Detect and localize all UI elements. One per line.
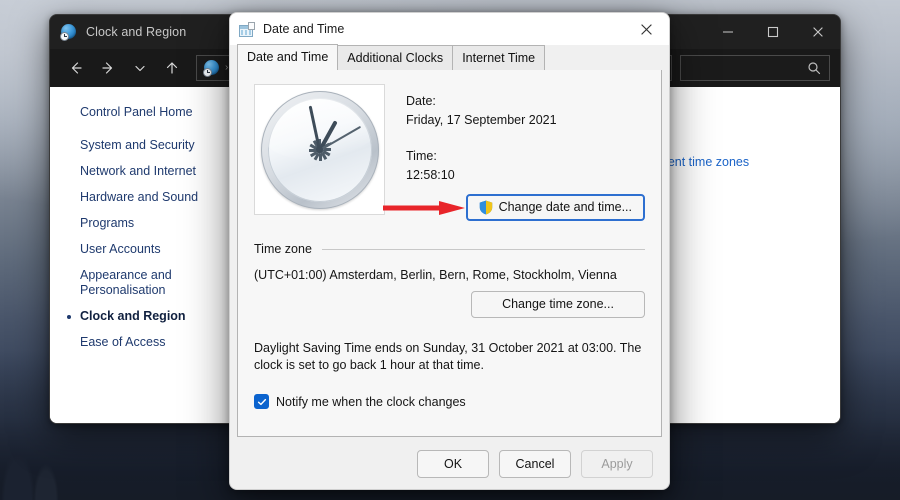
back-arrow-icon [71, 62, 82, 74]
red-arrow-annotation [383, 201, 469, 215]
timezone-value: (UTC+01:00) Amsterdam, Berlin, Bern, Rom… [254, 268, 617, 282]
dialog-title: Date and Time [263, 22, 345, 36]
close-button[interactable] [795, 15, 840, 49]
maximize-icon [767, 26, 778, 38]
minimize-icon [722, 31, 733, 33]
sidebar-item-clock-and-region[interactable]: Clock and Region [67, 309, 250, 324]
up-button[interactable] [156, 53, 188, 83]
address-chevron-icon: › [225, 62, 229, 73]
minimize-button[interactable] [705, 15, 750, 49]
clock-and-values-row: Date: Friday, 17 September 2021 Time: 12… [254, 84, 645, 221]
date-value: Friday, 17 September 2021 [406, 113, 557, 127]
up-arrow-icon [166, 62, 178, 74]
date-and-time-dialog: Date and Time Date and Time Additional C… [229, 12, 670, 490]
forward-button[interactable] [92, 53, 124, 83]
dst-notice: Daylight Saving Time ends on Sunday, 31 … [254, 341, 642, 372]
search-icon [808, 62, 821, 75]
uac-shield-icon [479, 200, 493, 215]
sidebar-item-ease-of-access[interactable]: Ease of Access [80, 335, 250, 350]
date-label: Date: [406, 94, 436, 108]
group-divider [321, 248, 645, 250]
time-value: 12:58:10 [406, 168, 455, 182]
clock-pivot [316, 146, 323, 153]
dialog-tabs: Date and Time Additional Clocks Internet… [230, 44, 669, 70]
sidebar-item-hardware-and-sound[interactable]: Hardware and Sound [80, 190, 250, 205]
sidebar-item-programs[interactable]: Programs [80, 216, 250, 231]
date-time-icon [239, 21, 255, 37]
sidebar-item-system-and-security[interactable]: System and Security [80, 138, 250, 153]
clock-globe-icon [60, 23, 77, 41]
date-time-values: Date: Friday, 17 September 2021 Time: 12… [383, 84, 645, 221]
apply-button: Apply [581, 450, 653, 478]
clock-preview [254, 84, 385, 215]
checkmark-icon [257, 398, 266, 405]
sidebar-item-user-accounts[interactable]: User Accounts [80, 242, 250, 257]
clock-globe-icon [203, 59, 220, 77]
close-icon [812, 27, 823, 37]
control-panel-title: Clock and Region [86, 25, 187, 39]
search-input[interactable] [680, 55, 830, 81]
notify-checkbox[interactable] [254, 394, 269, 409]
change-time-zone-label: Change time zone... [502, 297, 614, 311]
tab-internet-time[interactable]: Internet Time [452, 45, 546, 70]
tab-additional-clocks[interactable]: Additional Clocks [337, 45, 454, 70]
change-date-and-time-button[interactable]: Change date and time... [465, 194, 645, 221]
date-and-time-panel: Date: Friday, 17 September 2021 Time: 12… [237, 69, 662, 437]
control-panel-sidebar: Control Panel Home System and Security N… [50, 87, 250, 423]
tab-date-and-time[interactable]: Date and Time [237, 44, 339, 70]
change-date-and-time-label: Change date and time... [498, 200, 632, 214]
change-timezone-row: Change time zone... [254, 291, 645, 318]
sidebar-item-network-and-internet[interactable]: Network and Internet [80, 164, 250, 179]
dialog-titlebar: Date and Time [230, 13, 669, 45]
timezone-group-header: Time zone [254, 242, 645, 256]
back-button[interactable] [60, 53, 92, 83]
notify-checkbox-label: Notify me when the clock changes [276, 394, 466, 409]
sidebar-item-appearance-and-personalisation[interactable]: Appearance and Personalisation [80, 268, 185, 298]
recent-locations-button[interactable] [124, 53, 156, 83]
dialog-footer: OK Cancel Apply [230, 439, 669, 489]
sidebar-item-control-panel-home[interactable]: Control Panel Home [80, 105, 250, 120]
time-label: Time: [406, 149, 437, 163]
close-icon [641, 23, 652, 35]
window-controls [705, 15, 840, 49]
notify-checkbox-row[interactable]: Notify me when the clock changes [254, 394, 645, 409]
timezone-group: Time zone (UTC+01:00) Amsterdam, Berlin,… [254, 242, 645, 409]
forward-arrow-icon [102, 62, 113, 74]
ok-button[interactable]: OK [417, 450, 489, 478]
analog-clock [260, 90, 379, 209]
change-datetime-row: Change date and time... [383, 194, 645, 221]
cancel-button[interactable]: Cancel [499, 450, 571, 478]
timezone-group-label: Time zone [254, 242, 312, 256]
dialog-close-button[interactable] [624, 13, 669, 45]
maximize-button[interactable] [750, 15, 795, 49]
change-time-zone-button[interactable]: Change time zone... [471, 291, 645, 318]
chevron-down-icon [135, 65, 145, 72]
